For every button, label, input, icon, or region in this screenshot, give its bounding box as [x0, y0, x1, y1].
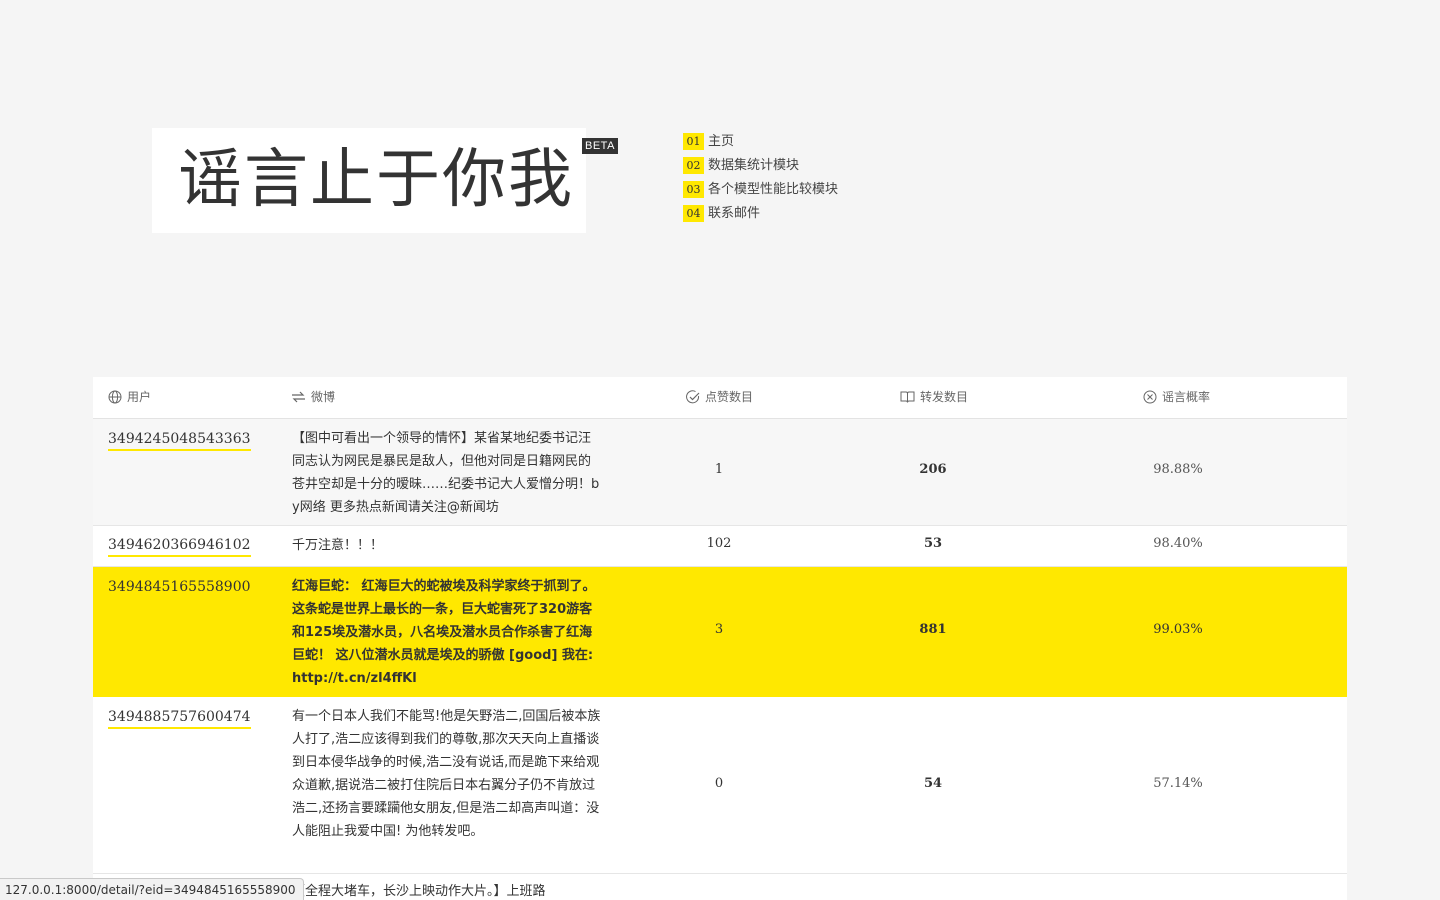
beta-badge: BETA	[582, 138, 618, 154]
nav-number: 02	[683, 156, 704, 174]
forwards-count: 54	[923, 776, 943, 791]
table-row[interactable]: 3494885757600474 有一个日本人我们不能骂!他是矢野浩二,回国后被…	[93, 697, 1347, 874]
table-row[interactable]: 3494245048543363 【图中可看出一个领导的情怀】某省某地纪委书记汪…	[93, 419, 1347, 526]
page: 谣言止于你我 BETA 01 主页 02 数据集统计模块 03 各个模型性能比较…	[0, 0, 1440, 900]
header-rumor: 谣言概率	[1143, 389, 1210, 405]
nav-item-contact[interactable]: 04 联系邮件	[683, 201, 838, 225]
user-id-link[interactable]: 3494845165558900	[108, 577, 251, 599]
logo-title: 谣言止于你我	[178, 143, 574, 217]
weibo-text: 【图中可看出一个领导的情怀】某省某地纪委书记汪同志认为网民是暴民是敌人，但他对同…	[292, 431, 600, 515]
table-header: 用户 微博 点赞数目 转发数目 谣言概率	[93, 377, 1347, 419]
header-rumor-label: 谣言概率	[1162, 390, 1211, 404]
x-circle-icon	[1143, 390, 1157, 404]
header-forwards: 转发数目	[900, 389, 968, 405]
nav-label[interactable]: 各个模型性能比较模块	[708, 181, 838, 198]
user-id-link[interactable]: 3494245048543363	[108, 429, 251, 451]
repost-icon	[292, 391, 305, 403]
nav-number: 03	[683, 180, 704, 198]
status-bar-url: 127.0.0.1:8000/detail/?eid=3494845165558…	[0, 878, 304, 900]
table-row[interactable]: 3494620366946102 千万注意！！！ 102 53 98.40%	[93, 526, 1347, 567]
rumor-probability: 98.88%	[1153, 462, 1203, 477]
nav-label[interactable]: 数据集统计模块	[708, 157, 799, 174]
logo[interactable]: 谣言止于你我	[152, 128, 586, 233]
likes-count: 3	[714, 622, 724, 637]
rumor-probability: 57.14%	[1153, 776, 1203, 791]
weibo-text: 有一个日本人我们不能骂!他是矢野浩二,回国后被本族人打了,浩二应该得到我们的尊敬…	[292, 709, 601, 839]
forwards-count: 206	[919, 462, 947, 477]
header-user-label: 用户	[127, 390, 152, 404]
header-weibo: 微博	[291, 389, 335, 405]
nav-number: 01	[683, 132, 704, 150]
likes-count: 1	[714, 462, 724, 477]
rumor-probability: 98.40%	[1153, 536, 1203, 551]
nav-item-dataset-stats[interactable]: 02 数据集统计模块	[683, 153, 838, 177]
rumor-probability: 99.03%	[1153, 622, 1203, 637]
nav-label[interactable]: 主页	[708, 133, 734, 150]
weibo-text: 千万注意！！！	[292, 538, 384, 553]
header-user: 用户	[108, 389, 151, 405]
user-id-link[interactable]: 3494885757600474	[108, 707, 251, 729]
likes-count: 102	[706, 536, 732, 551]
globe-icon	[108, 390, 122, 404]
nav-item-home[interactable]: 01 主页	[683, 129, 838, 153]
user-id-link[interactable]: 3494620366946102	[108, 535, 251, 557]
header-likes: 点赞数目	[686, 389, 753, 405]
weibo-text: 红海巨蛇： 红海巨大的蛇被埃及科学家终于抓到了。 这条蛇是世界上最长的一条，巨大…	[292, 579, 596, 686]
header-likes-label: 点赞数目	[705, 390, 754, 404]
nav-item-model-comparison[interactable]: 03 各个模型性能比较模块	[683, 177, 838, 201]
likes-count: 0	[714, 776, 724, 791]
weibo-text: 【全程大堵车，长沙上映动作大片。】上班路	[292, 884, 546, 899]
forwards-count: 53	[923, 536, 943, 551]
book-icon	[900, 391, 915, 403]
forwards-count: 881	[919, 622, 947, 637]
table-row-highlighted[interactable]: 3494845165558900 红海巨蛇： 红海巨大的蛇被埃及科学家终于抓到了…	[93, 567, 1347, 697]
check-circle-icon	[686, 390, 700, 404]
nav-number: 04	[683, 204, 704, 222]
weibo-table: 用户 微博 点赞数目 转发数目 谣言概率 3494245048543363 【图…	[93, 377, 1347, 900]
nav-label[interactable]: 联系邮件	[708, 205, 760, 222]
header-forwards-label: 转发数目	[920, 390, 969, 404]
header-weibo-label: 微博	[311, 390, 336, 404]
main-nav: 01 主页 02 数据集统计模块 03 各个模型性能比较模块 04 联系邮件	[683, 129, 838, 225]
